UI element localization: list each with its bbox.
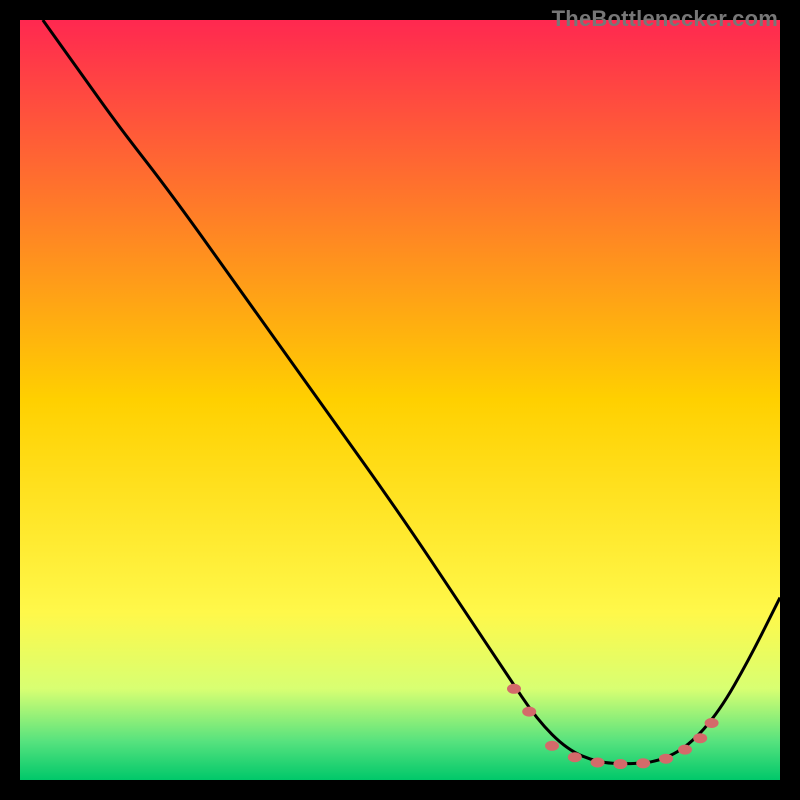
data-marker <box>636 758 650 768</box>
gradient-background <box>20 20 780 780</box>
watermark-text: TheBottlenecker.com <box>552 6 778 32</box>
data-marker <box>522 707 536 717</box>
data-marker <box>705 718 719 728</box>
data-marker <box>659 754 673 764</box>
data-marker <box>693 733 707 743</box>
data-marker <box>545 741 559 751</box>
data-marker <box>591 758 605 768</box>
data-marker <box>568 752 582 762</box>
chart-frame <box>20 20 780 780</box>
data-marker <box>507 684 521 694</box>
data-marker <box>678 745 692 755</box>
chart-plot <box>20 20 780 780</box>
data-marker <box>613 759 627 769</box>
